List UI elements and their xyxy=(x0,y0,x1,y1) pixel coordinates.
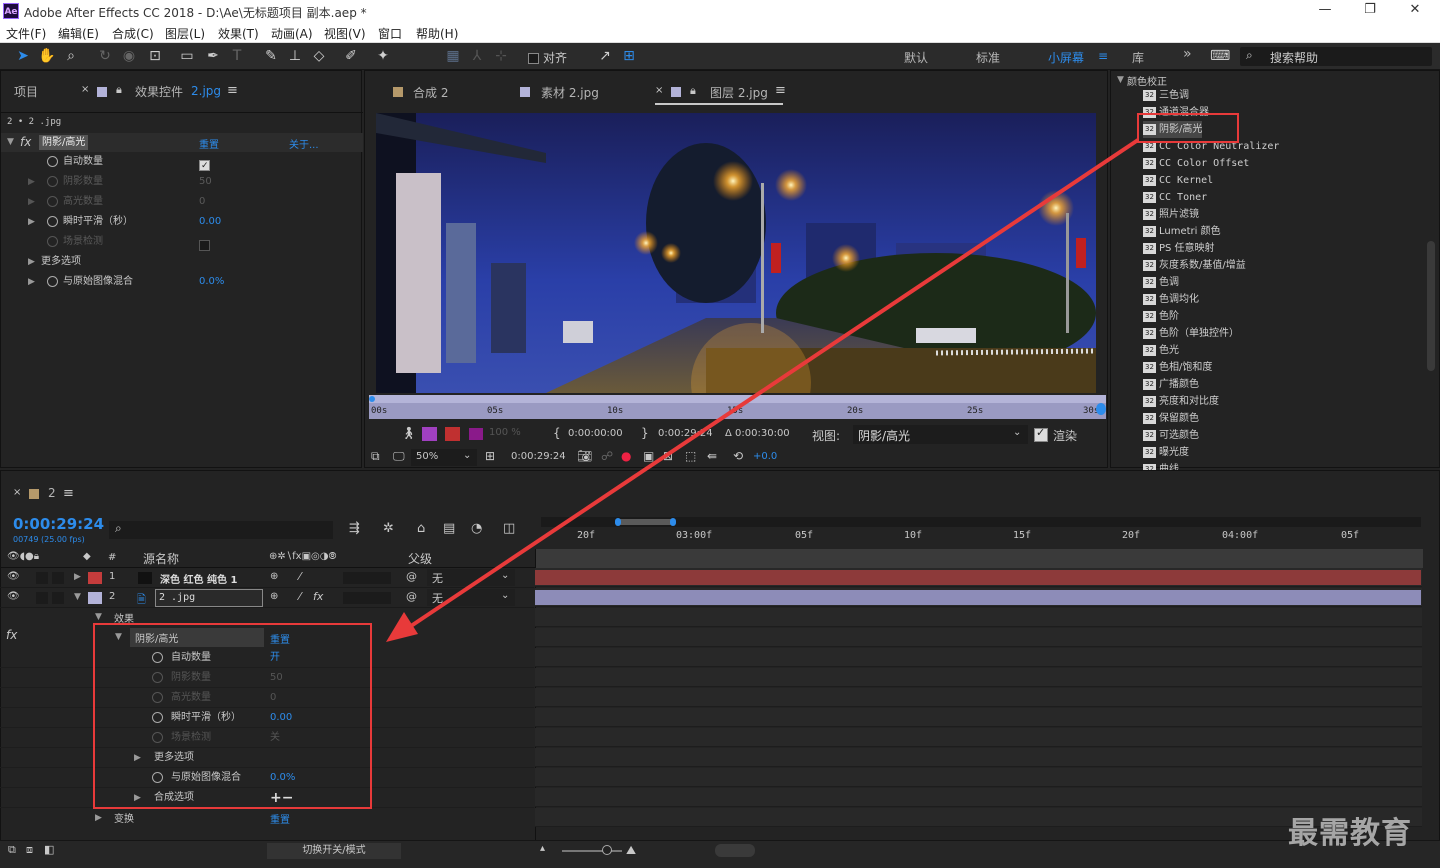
annotation-arrow xyxy=(386,138,1140,642)
watermark: 最需教育 xyxy=(1288,816,1412,851)
